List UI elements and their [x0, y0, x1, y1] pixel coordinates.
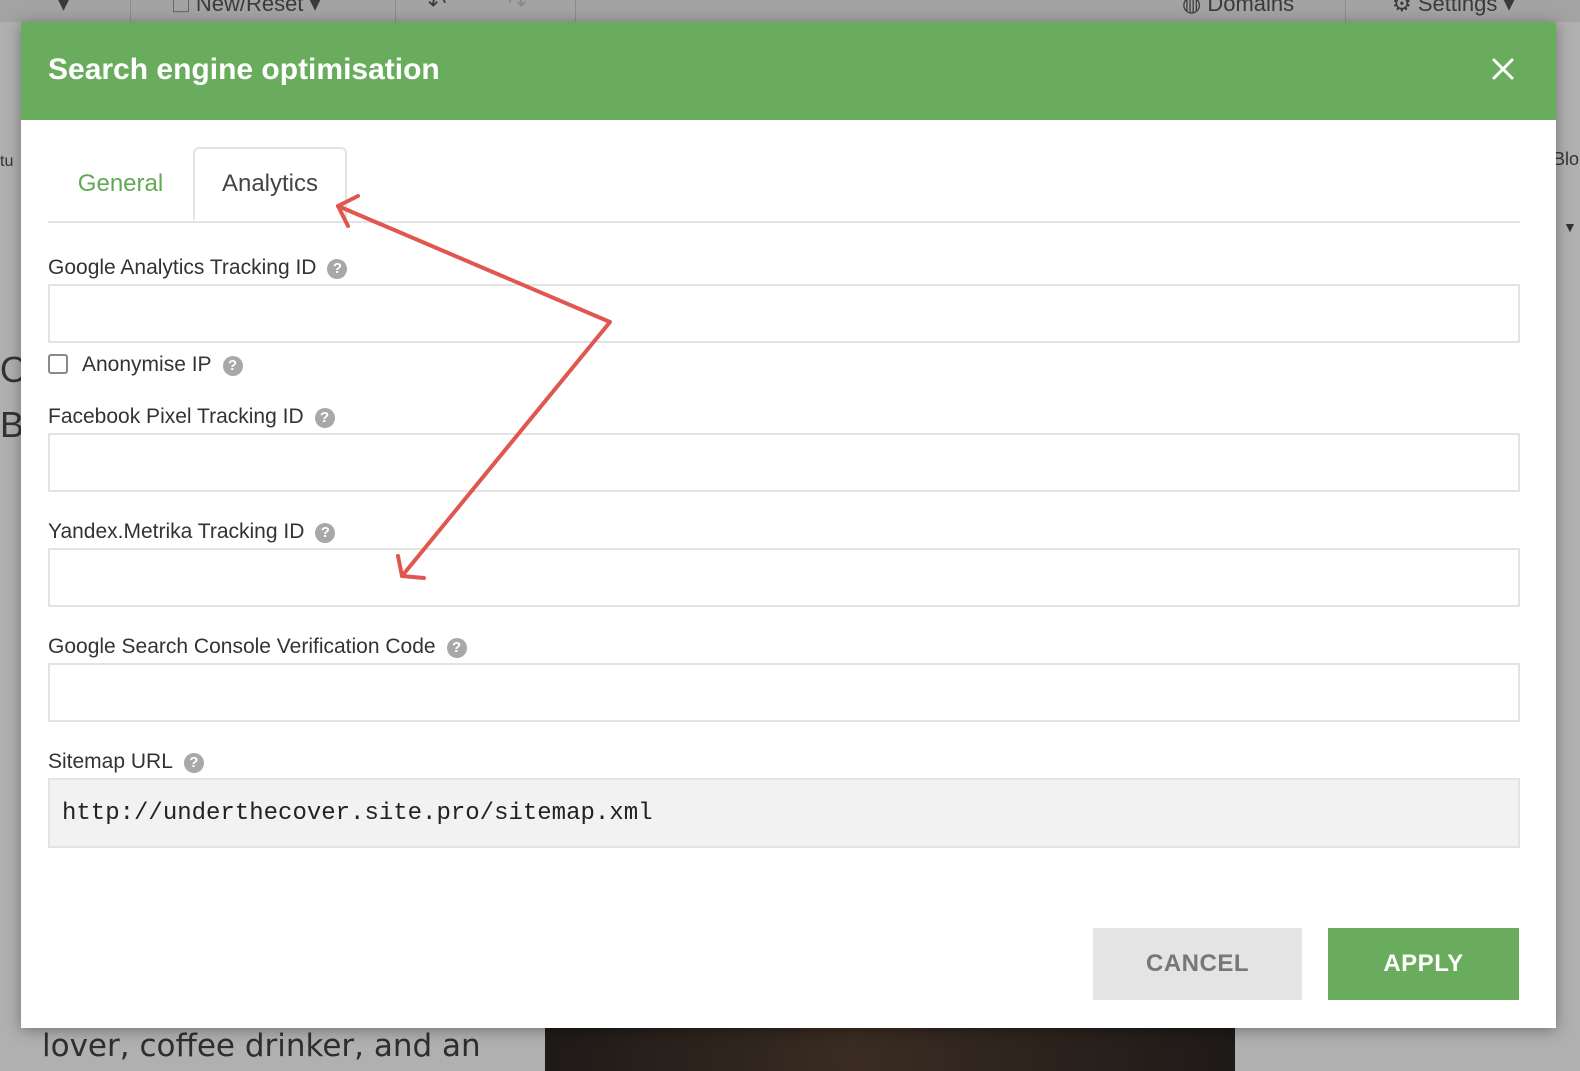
google-analytics-label-text: Google Analytics Tracking ID [48, 256, 317, 279]
facebook-pixel-tracking-id-input[interactable] [48, 433, 1520, 492]
right-text-fragment: Blo [1553, 149, 1580, 169]
new-reset-label: New/Reset [195, 0, 304, 16]
background-left-panel: tu O B [0, 22, 28, 1032]
facebook-pixel-label-text: Facebook Pixel Tracking ID [48, 405, 304, 428]
background-toolbar: ▾ 🗋 New/Reset ▾ ↶ ↷ ◍ Domains ⚙ Settings… [0, 0, 1580, 22]
google-analytics-label: Google Analytics Tracking ID? [48, 255, 348, 281]
help-icon[interactable]: ? [183, 753, 204, 773]
chevron-down-icon: ▾ [309, 0, 321, 16]
close-icon [1492, 58, 1514, 80]
yandex-metrika-label: Yandex.Metrika Tracking ID? [48, 519, 336, 545]
left-text-fragment: tu [0, 153, 14, 170]
google-search-console-label: Google Search Console Verification Code? [48, 634, 467, 660]
toolbar-separator [130, 0, 131, 22]
help-icon[interactable]: ? [314, 408, 335, 428]
google-search-console-label-text: Google Search Console Verification Code [48, 635, 436, 658]
settings-label: Settings [1417, 0, 1498, 16]
cancel-button[interactable]: CANCEL [1093, 928, 1302, 1000]
tab-bar: General Analytics [48, 147, 1520, 223]
chevron-down-icon: ▾ [1503, 0, 1515, 16]
google-search-console-code-input[interactable] [48, 663, 1520, 722]
chevron-down-icon: ▼ [1563, 219, 1577, 235]
redo-icon[interactable]: ↷ [508, 0, 526, 22]
gear-icon: ⚙ [1392, 0, 1412, 16]
help-icon[interactable]: ? [222, 356, 243, 376]
background-image [545, 1028, 1235, 1071]
seo-dialog: Search engine optimisation General Analy… [21, 22, 1556, 1028]
new-reset-menu[interactable]: 🗋 New/Reset ▾ [172, 0, 321, 22]
facebook-pixel-label: Facebook Pixel Tracking ID? [48, 404, 335, 430]
toolbar-separator [395, 0, 396, 22]
domains-label: Domains [1207, 0, 1295, 16]
settings-menu[interactable]: ⚙ Settings ▾ [1392, 0, 1515, 22]
sitemap-url-input[interactable] [48, 778, 1520, 848]
toolbar-separator [1345, 0, 1346, 22]
background-page-content: lover, coffee drinker, and an [0, 1028, 1580, 1071]
close-button[interactable] [1488, 54, 1518, 84]
help-icon[interactable]: ? [315, 523, 336, 543]
tab-analytics[interactable]: Analytics [193, 147, 347, 221]
help-icon[interactable]: ? [446, 638, 467, 658]
dialog-title: Search engine optimisation [48, 53, 440, 86]
sitemap-url-label-text: Sitemap URL [48, 750, 173, 773]
domains-menu[interactable]: ◍ Domains [1182, 0, 1294, 22]
anonymise-ip-checkbox[interactable] [48, 354, 68, 374]
dialog-header: Search engine optimisation [21, 22, 1556, 120]
yandex-metrika-tracking-id-input[interactable] [48, 548, 1520, 607]
page-body-text: lover, coffee drinker, and an [42, 1028, 481, 1064]
apply-button[interactable]: APPLY [1328, 928, 1519, 1000]
document-icon: 🗋 [172, 0, 190, 16]
yandex-metrika-label-text: Yandex.Metrika Tracking ID [48, 520, 305, 543]
undo-icon[interactable]: ↶ [428, 0, 446, 22]
google-analytics-tracking-id-input[interactable] [48, 284, 1520, 343]
sitemap-url-label: Sitemap URL? [48, 749, 204, 775]
tab-general[interactable]: General [48, 147, 193, 221]
dropdown-caret-icon: ▾ [58, 0, 70, 16]
anonymise-ip-label: Anonymise IP? [82, 352, 243, 378]
help-icon[interactable]: ? [327, 259, 348, 279]
anonymise-ip-label-text: Anonymise IP [82, 353, 212, 376]
globe-icon: ◍ [1182, 0, 1202, 16]
toolbar-separator [575, 0, 576, 22]
